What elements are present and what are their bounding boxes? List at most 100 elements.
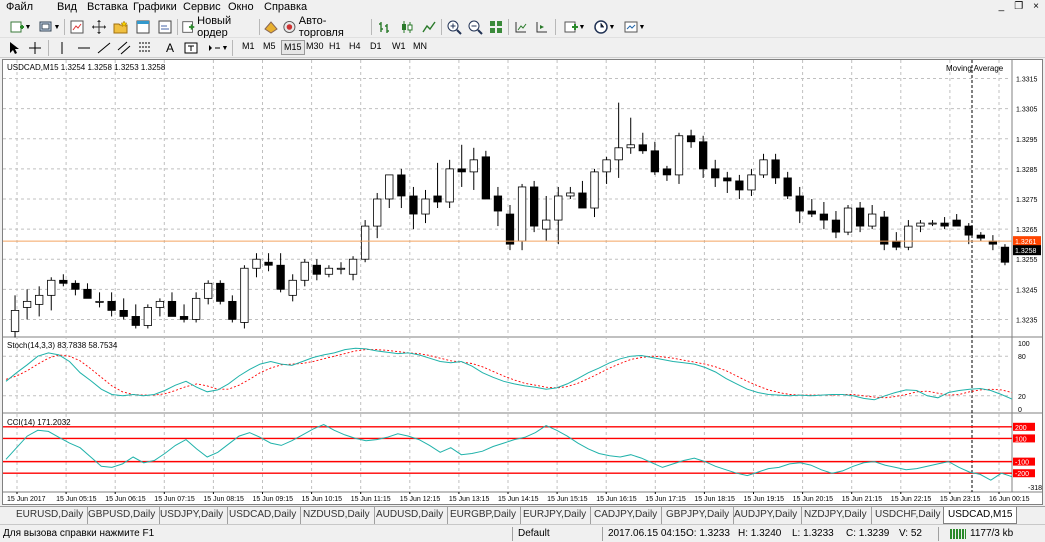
- autoscroll-button[interactable]: [533, 18, 551, 36]
- close-button[interactable]: ×: [1033, 1, 1039, 12]
- bullish-candle: [385, 174, 394, 200]
- cci-current-value: -318.422: [1028, 485, 1043, 492]
- menu-help[interactable]: Справка: [261, 1, 310, 13]
- tab-usdchf-daily[interactable]: USDCHF,Daily: [871, 507, 946, 524]
- bullish-candle: [747, 174, 756, 191]
- chart-window[interactable]: 1.3315 1.3305 1.3295 1.3285 1.3275 1.3265 1.32…: [2, 59, 1043, 505]
- bullish-candle: [602, 159, 611, 173]
- chart-canvas[interactable]: 1.3315 1.3305 1.3295 1.3285 1.3275 1.3265 1.32…: [3, 60, 1043, 505]
- market-watch-button[interactable]: [68, 18, 86, 36]
- timeframe-h4[interactable]: H4: [347, 40, 363, 55]
- new-order-button[interactable]: Новый ордер: [181, 15, 257, 39]
- tab-usdcad-m15[interactable]: USDCAD,M15: [943, 507, 1018, 524]
- tab-gbpjpy-daily[interactable]: GBPJPY,Daily: [662, 507, 735, 524]
- strategy-tester-button[interactable]: [156, 18, 174, 36]
- new-chart-icon: [10, 21, 24, 33]
- new-chart-button[interactable]: ▼: [6, 18, 34, 36]
- chart-shift-button[interactable]: [512, 18, 530, 36]
- autotrading-button[interactable]: Авто-торговля: [282, 15, 366, 39]
- tab-audjpy-daily[interactable]: AUDJPY,Daily: [730, 507, 803, 524]
- cci-line: [5, 423, 1013, 481]
- timeframe-m1[interactable]: M1: [240, 40, 257, 55]
- menu-view[interactable]: Вид: [54, 1, 80, 13]
- toolbar-separator: [259, 19, 260, 35]
- menu-charts[interactable]: Графики: [130, 1, 180, 13]
- bullish-candle: [155, 300, 165, 308]
- time-axis-label: 15 Jun 05:15: [56, 496, 97, 503]
- timeframe-h1[interactable]: H1: [327, 40, 343, 55]
- menu-window[interactable]: Окно: [225, 1, 257, 13]
- profiles-button[interactable]: ▼: [36, 18, 62, 36]
- price-tick-label: 1.3315: [1016, 77, 1038, 84]
- templates-button[interactable]: ▼: [620, 18, 648, 36]
- periods-button[interactable]: ▼: [590, 18, 618, 36]
- bar-chart-button[interactable]: [376, 18, 394, 36]
- indicators-button[interactable]: ▼: [560, 18, 588, 36]
- fibonacci-button[interactable]: [137, 39, 153, 57]
- chart-shift-icon: [515, 22, 527, 33]
- toolbar-separator: [64, 19, 65, 35]
- timeframe-mn[interactable]: MN: [411, 40, 429, 55]
- menu-file[interactable]: Файл: [3, 1, 36, 13]
- arrows-button[interactable]: ▼: [205, 39, 229, 57]
- restore-button[interactable]: ❐: [1014, 1, 1023, 12]
- bullish-candle: [240, 267, 249, 323]
- data-window-button[interactable]: [90, 18, 108, 36]
- tile-windows-button[interactable]: [487, 18, 505, 36]
- candlestick-button[interactable]: [398, 18, 416, 36]
- channel-button[interactable]: [116, 39, 132, 57]
- metaeditor-button[interactable]: [262, 18, 280, 36]
- tab-gbpusd-daily[interactable]: GBPUSD,Daily: [84, 507, 161, 524]
- folder-star-icon: [113, 20, 128, 34]
- tab-eurusd-daily[interactable]: EURUSD,Daily: [12, 507, 89, 524]
- bearish-candle: [940, 222, 949, 227]
- timeframe-d1[interactable]: D1: [368, 40, 384, 55]
- stoch-level-label: 80: [1018, 354, 1026, 361]
- tab-eurgbp-daily[interactable]: EURGBP,Daily: [446, 507, 521, 524]
- tab-nzdjpy-daily[interactable]: NZDJPY,Daily: [800, 507, 872, 524]
- toolbar-separator: [48, 40, 49, 56]
- tab-eurjpy-daily[interactable]: EURJPY,Daily: [519, 507, 592, 524]
- tab-audusd-daily[interactable]: AUDUSD,Daily: [372, 507, 449, 524]
- time-axis-label: 15 Jun 15:15: [547, 496, 588, 503]
- trendline-button[interactable]: [96, 39, 112, 57]
- line-chart-button[interactable]: [420, 18, 438, 36]
- bullish-candle: [373, 198, 382, 227]
- timeframe-m5[interactable]: M5: [261, 40, 278, 55]
- menu-insert[interactable]: Вставка: [84, 1, 131, 13]
- stoch-signal-line: [5, 349, 1013, 399]
- zoom-out-button[interactable]: [466, 18, 484, 36]
- status-high: H: 1.3240: [738, 528, 782, 539]
- tab-cadjpy-daily[interactable]: CADJPY,Daily: [590, 507, 663, 524]
- status-separator: [512, 527, 513, 541]
- timeframe-m30[interactable]: M30: [304, 40, 326, 55]
- bullish-candle: [904, 225, 913, 248]
- bearish-candle: [964, 225, 973, 236]
- bearish-candle: [662, 168, 672, 176]
- new-order-icon: [182, 21, 195, 33]
- bullish-candle: [517, 186, 527, 242]
- menu-tools[interactable]: Сервис: [180, 1, 224, 13]
- horizontal-line-button[interactable]: [76, 39, 92, 57]
- cci-level-label: 100: [1015, 436, 1027, 443]
- crosshair-icon: [29, 42, 41, 54]
- text-label-button[interactable]: [183, 39, 199, 57]
- tab-usdjpy-daily[interactable]: USDJPY,Daily: [156, 507, 229, 524]
- crosshair-button[interactable]: [27, 39, 43, 57]
- timeframe-w1[interactable]: W1: [390, 40, 408, 55]
- terminal-button[interactable]: [134, 18, 152, 36]
- tab-nzdusd-daily[interactable]: NZDUSD,Daily: [299, 507, 375, 524]
- drawing-toolbar: A ▼ M1 M5 M15 M30 H1 H4 D1 W1 MN: [0, 38, 1045, 58]
- tab-usdcad-daily[interactable]: USDCAD,Daily: [225, 507, 302, 524]
- text-button[interactable]: A: [162, 39, 178, 57]
- timeframe-m15[interactable]: M15: [281, 40, 305, 55]
- bullish-candle: [626, 144, 635, 149]
- minimize-button[interactable]: _: [999, 1, 1005, 12]
- bullish-candle: [542, 219, 551, 230]
- cursor-button[interactable]: [6, 39, 22, 57]
- bearish-candle: [723, 177, 732, 182]
- vertical-line-button[interactable]: [54, 39, 70, 57]
- bearish-candle: [493, 195, 503, 212]
- zoom-in-button[interactable]: [445, 18, 463, 36]
- navigator-button[interactable]: [112, 18, 130, 36]
